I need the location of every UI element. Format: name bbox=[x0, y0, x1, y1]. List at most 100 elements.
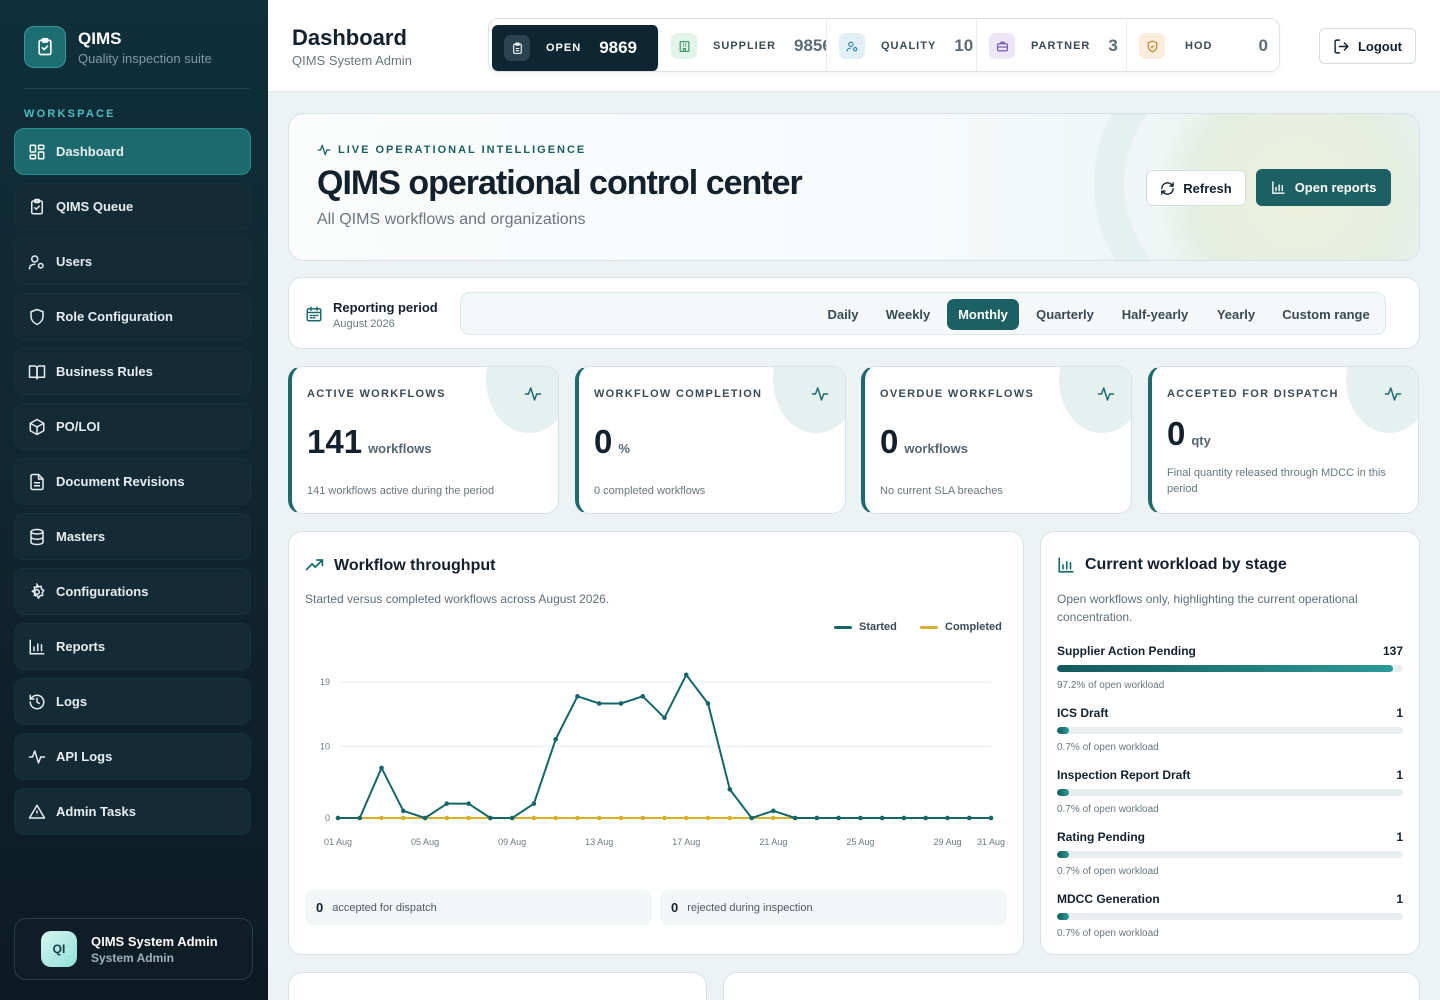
period-option-quarterly[interactable]: Quarterly bbox=[1026, 299, 1104, 330]
building-icon bbox=[671, 33, 697, 59]
x-tick-label: 17 Aug bbox=[672, 837, 700, 847]
x-tick-label: 29 Aug bbox=[933, 837, 961, 847]
sidebar-nav: Dashboard QIMS Queue Users Role Configur… bbox=[14, 128, 251, 843]
users-icon bbox=[28, 254, 44, 269]
stat-label: QUALITY bbox=[881, 40, 937, 52]
data-point-started bbox=[727, 787, 733, 792]
sidebar-item-document-revisions[interactable]: Document Revisions bbox=[14, 458, 251, 505]
sidebar-item-qims-queue[interactable]: QIMS Queue bbox=[14, 183, 251, 230]
workload-progress-fill bbox=[1057, 913, 1069, 920]
sidebar-item-logs[interactable]: Logs bbox=[14, 678, 251, 725]
kpi-note: Final quantity released through MDCC in … bbox=[1167, 467, 1386, 495]
rejected-label: rejected during inspection bbox=[687, 901, 813, 914]
user-check-icon bbox=[839, 33, 865, 59]
period-option-weekly[interactable]: Weekly bbox=[876, 299, 940, 330]
sidebar-item-label: API Logs bbox=[56, 749, 113, 764]
clipboard-icon bbox=[31, 198, 43, 214]
logout-button[interactable]: Logout bbox=[1319, 28, 1416, 64]
activity-icon bbox=[1097, 387, 1115, 401]
gear-icon bbox=[31, 582, 45, 599]
x-tick-label: 05 Aug bbox=[411, 837, 439, 847]
x-tick-label: 13 Aug bbox=[585, 837, 613, 847]
workload-stage-name: Inspection Report Draft bbox=[1057, 768, 1191, 782]
period-option-yearly[interactable]: Yearly bbox=[1206, 299, 1266, 330]
shield-icon bbox=[30, 308, 44, 325]
kpi-value: 0 bbox=[594, 423, 613, 460]
workload-title: Current workload by stage bbox=[1057, 556, 1287, 574]
open-reports-button[interactable]: Open reports bbox=[1256, 169, 1391, 206]
sidebar-item-api-logs[interactable]: API Logs bbox=[14, 733, 251, 780]
stat-supplier[interactable]: SUPPLIER 9856 bbox=[659, 19, 827, 71]
briefcase-icon bbox=[989, 33, 1015, 59]
data-point-started bbox=[422, 815, 428, 821]
data-point-completed bbox=[575, 815, 580, 821]
data-point-started bbox=[771, 808, 776, 814]
workload-stage-count: 1 bbox=[1396, 768, 1403, 782]
workload-progress-track bbox=[1057, 851, 1403, 858]
stat-value: 9856 bbox=[794, 36, 826, 55]
accepted-for-dispatch-pill: 0 accepted for dispatch bbox=[305, 890, 652, 925]
refresh-label: Refresh bbox=[1183, 180, 1232, 196]
workload-item: MDCC Generation 1 0.7% of open workload bbox=[1057, 892, 1403, 939]
brand-title: QIMS bbox=[78, 28, 122, 48]
refresh-button[interactable]: Refresh bbox=[1146, 170, 1246, 206]
workload-stage-name: Rating Pending bbox=[1057, 830, 1145, 844]
sidebar-item-role-configuration[interactable]: Role Configuration bbox=[14, 293, 251, 340]
sidebar-item-users[interactable]: Users bbox=[14, 238, 251, 285]
stat-open[interactable]: OPEN 9869 bbox=[492, 25, 659, 71]
sidebar-item-label: Admin Tasks bbox=[56, 804, 136, 819]
workload-stage-share: 0.7% of open workload bbox=[1057, 742, 1159, 753]
kpi-label: WORKFLOW COMPLETION bbox=[594, 388, 763, 400]
workload-progress-fill bbox=[1057, 727, 1069, 734]
data-point-completed bbox=[727, 815, 733, 821]
sidebar-item-masters[interactable]: Masters bbox=[14, 513, 251, 560]
accepted-label: accepted for dispatch bbox=[332, 901, 437, 914]
kpi-label: OVERDUE WORKFLOWS bbox=[880, 388, 1035, 400]
data-point-started bbox=[488, 815, 493, 821]
stat-partner[interactable]: PARTNER 3 bbox=[977, 19, 1127, 71]
workload-stage-name: MDCC Generation bbox=[1057, 892, 1160, 906]
data-point-completed bbox=[683, 815, 689, 821]
data-point-completed bbox=[618, 815, 624, 821]
data-point-started bbox=[553, 736, 558, 742]
sidebar-item-configurations[interactable]: Configurations bbox=[14, 568, 251, 615]
period-option-half-yearly[interactable]: Half-yearly bbox=[1111, 299, 1199, 330]
data-point-completed bbox=[401, 815, 406, 821]
sidebar-item-admin-tasks[interactable]: Admin Tasks bbox=[14, 788, 251, 835]
sidebar-item-business-rules[interactable]: Business Rules bbox=[14, 348, 251, 395]
data-point-completed bbox=[596, 815, 602, 821]
bottom-card-left bbox=[288, 972, 707, 1000]
workload-stage-name: Supplier Action Pending bbox=[1057, 644, 1196, 658]
period-option-daily[interactable]: Daily bbox=[816, 299, 870, 330]
stat-label: PARTNER bbox=[1031, 40, 1091, 52]
sidebar-item-po-loi[interactable]: PO/LOI bbox=[14, 403, 251, 450]
data-point-started bbox=[879, 815, 885, 821]
stat-label: OPEN bbox=[546, 42, 582, 54]
data-point-completed bbox=[466, 815, 471, 821]
workload-stage-count: 1 bbox=[1396, 830, 1403, 844]
workload-stage-name: ICS Draft bbox=[1057, 706, 1109, 720]
period-option-custom-range[interactable]: Custom range bbox=[1273, 299, 1379, 330]
workload-progress-track bbox=[1057, 727, 1403, 734]
stat-quality[interactable]: QUALITY 10 bbox=[827, 19, 977, 71]
workload-subtitle: Open workflows only, highlighting the cu… bbox=[1057, 592, 1358, 624]
data-point-started bbox=[705, 701, 711, 706]
activity-icon bbox=[28, 749, 46, 764]
stat-hod[interactable]: HOD 0 bbox=[1127, 19, 1279, 71]
brand: QIMS Quality inspection suite bbox=[24, 26, 212, 68]
bar-chart-icon bbox=[1058, 557, 1074, 573]
sidebar-item-dashboard[interactable]: Dashboard bbox=[14, 128, 251, 175]
workspace-label: WORKSPACE bbox=[24, 108, 116, 120]
sidebar-item-reports[interactable]: Reports bbox=[14, 623, 251, 670]
workload-item: Rating Pending 1 0.7% of open workload bbox=[1057, 830, 1403, 877]
data-point-started bbox=[618, 701, 624, 706]
data-point-started bbox=[901, 815, 907, 821]
period-option-monthly[interactable]: Monthly bbox=[947, 299, 1019, 330]
hero-banner: LIVE OPERATIONAL INTELLIGENCE QIMS opera… bbox=[288, 113, 1420, 261]
kpi-label: ACTIVE WORKFLOWS bbox=[307, 388, 446, 400]
user-card[interactable]: QI QIMS System Admin System Admin bbox=[14, 918, 253, 980]
data-point-started bbox=[683, 672, 689, 678]
kpi-note: No current SLA breaches bbox=[880, 485, 1003, 497]
data-point-started bbox=[444, 801, 450, 806]
workload-stage-share: 0.7% of open workload bbox=[1057, 804, 1159, 815]
